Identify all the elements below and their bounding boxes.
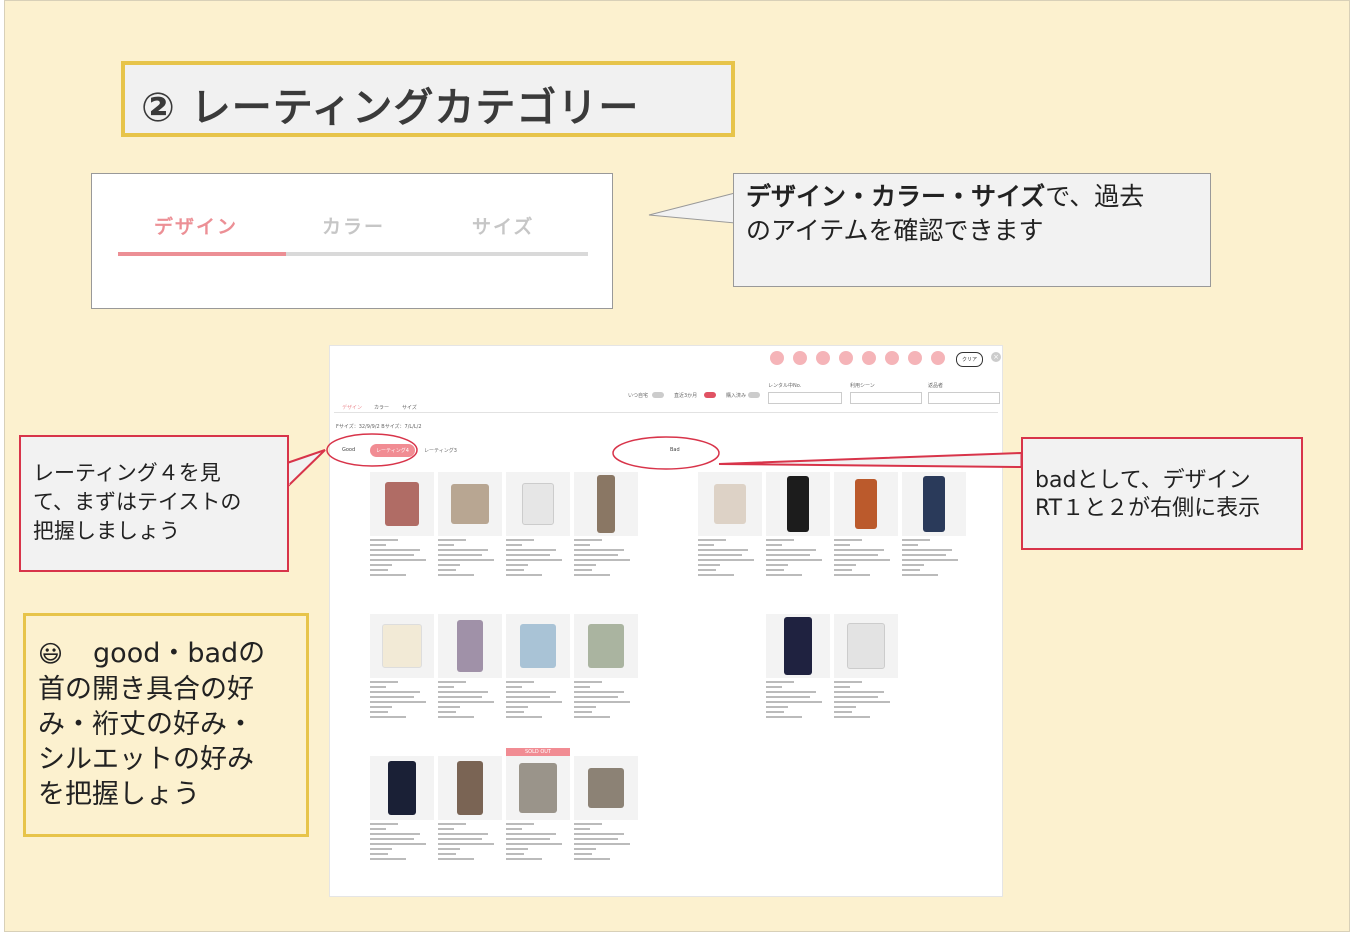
note-line: 首の開き具合の好 [38, 674, 254, 705]
note-box: 😃 good・badの 首の開き具合の好 み・裄丈の好み・ シルエットの好み を把… [23, 613, 309, 837]
callout-line: RT１と２が右側に表示 [1035, 496, 1261, 521]
callout-line: レーティング４を見 [33, 461, 221, 485]
note-line: シルエットの好み [38, 744, 254, 775]
callout-rating4: レーティング４を見 て、まずはテイストの 把握しましょう [19, 435, 289, 572]
callout-line: 把握しましょう [33, 519, 180, 543]
slide: ② レーティングカテゴリー デザイン カラー サイズ デザイン・カラー・サイズで… [4, 0, 1350, 932]
callout-bad: badとして、デザイン RT１と２が右側に表示 [1021, 437, 1303, 550]
smile-emoji-icon: 😃 [38, 640, 64, 668]
note-line: を把握しょう [38, 779, 200, 810]
note-line: み・裄丈の好み・ [38, 709, 254, 740]
note-line: good・badの [93, 638, 266, 669]
callout-line: て、まずはテイストの [33, 490, 242, 514]
callout-line: badとして、デザイン [1035, 468, 1251, 493]
